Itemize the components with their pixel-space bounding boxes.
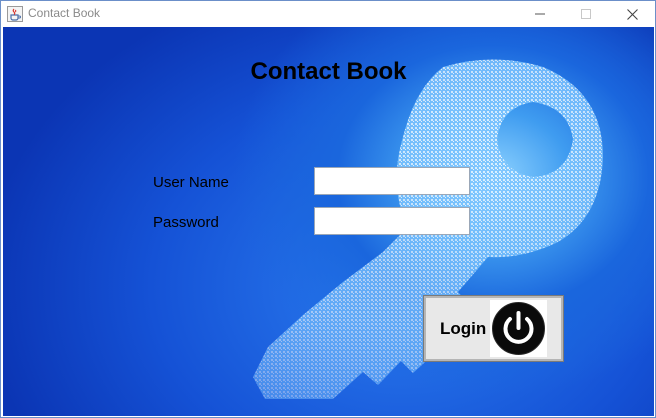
- maximize-button[interactable]: [563, 1, 609, 27]
- maximize-icon: [581, 9, 591, 19]
- username-input[interactable]: [314, 167, 470, 195]
- app-window: Contact Book Contact Book User Name Pass…: [0, 0, 656, 418]
- username-label: User Name: [153, 174, 229, 191]
- minimize-icon: [535, 13, 545, 15]
- login-panel: Contact Book User Name Password Login: [3, 27, 654, 416]
- title-bar[interactable]: Contact Book: [1, 1, 655, 27]
- login-button[interactable]: Login: [423, 295, 564, 362]
- login-button-label: Login: [440, 318, 487, 338]
- password-label: Password: [153, 214, 219, 231]
- password-input[interactable]: [314, 207, 470, 235]
- page-title: Contact Book: [250, 58, 407, 85]
- close-icon: [626, 8, 638, 20]
- close-button[interactable]: [609, 1, 655, 27]
- window-title: Contact Book: [28, 6, 101, 20]
- java-cup-icon[interactable]: [7, 6, 23, 22]
- power-icon: [490, 300, 547, 357]
- minimize-button[interactable]: [517, 1, 563, 27]
